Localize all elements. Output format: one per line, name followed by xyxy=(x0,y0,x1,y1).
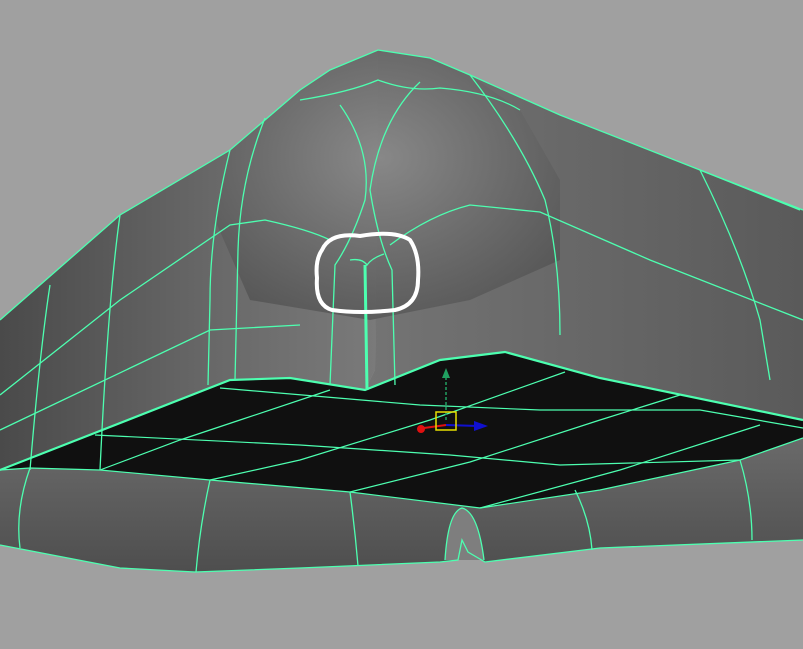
3d-viewport[interactable] xyxy=(0,0,803,649)
z-axis[interactable] xyxy=(445,424,479,427)
wire-center-seam xyxy=(363,264,369,391)
upper-mesh-crown xyxy=(215,50,560,320)
x-axis-handle[interactable] xyxy=(417,425,425,433)
